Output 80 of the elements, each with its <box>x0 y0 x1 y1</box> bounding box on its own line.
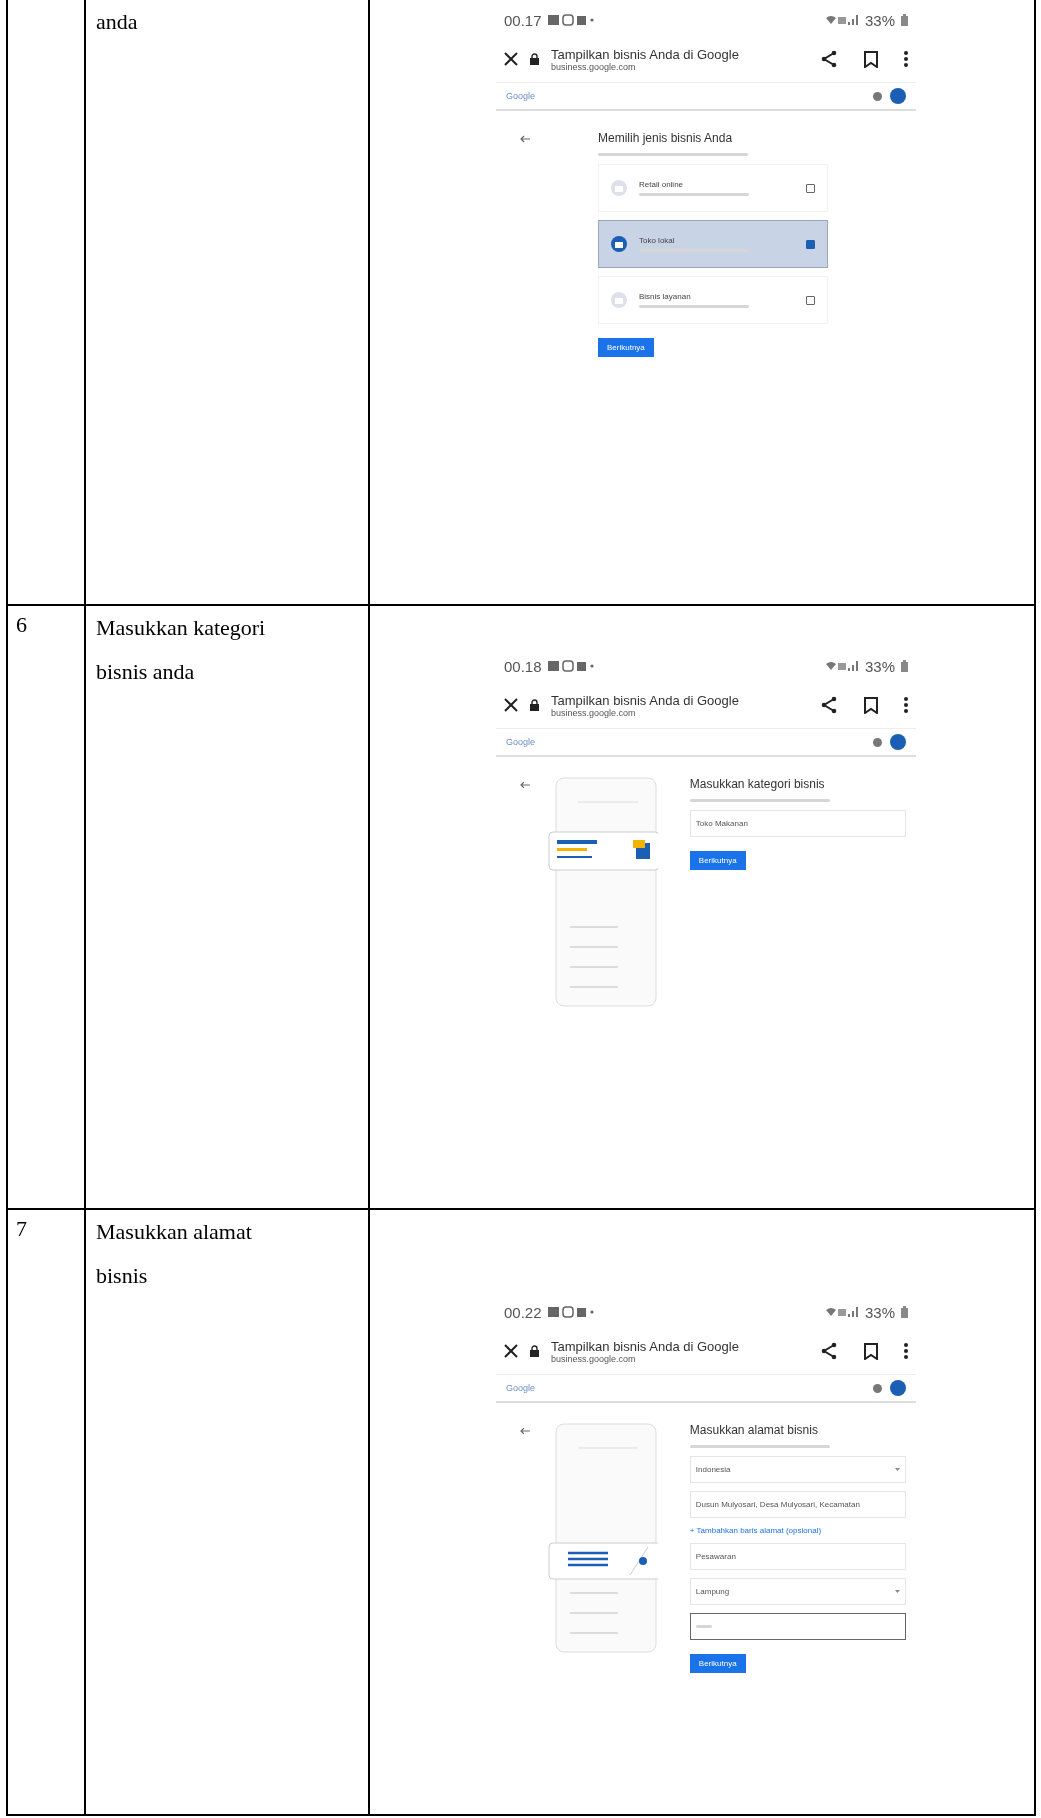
battery-level: 33% <box>864 11 895 29</box>
notification-icons <box>547 660 596 672</box>
share-icon[interactable] <box>820 696 838 714</box>
bookmark-icon[interactable] <box>864 50 878 68</box>
dropdown-caret-icon <box>895 1590 900 1593</box>
lock-icon <box>530 1345 539 1357</box>
lock-icon <box>530 53 539 65</box>
option-title: Retail online <box>639 180 685 189</box>
share-icon[interactable] <box>820 1342 838 1360</box>
add-address-line-link[interactable]: + Tambahkan baris alamat (opsional) <box>689 1526 906 1535</box>
checkbox[interactable] <box>806 183 815 193</box>
account-avatar[interactable] <box>890 1380 906 1396</box>
dropdown-caret-icon <box>895 1468 900 1471</box>
form-heading: Masukkan alamat bisnis <box>689 1423 819 1437</box>
close-icon[interactable] <box>504 698 518 712</box>
step-number: 6 <box>16 612 27 637</box>
business-type-option[interactable]: Bisnis layanan <box>598 276 828 324</box>
bookmark-icon[interactable] <box>864 696 878 714</box>
business-type-option[interactable]: Toko lokal <box>598 220 828 268</box>
input-field[interactable]: Indonesia <box>689 1456 906 1483</box>
input-field[interactable] <box>689 1613 906 1640</box>
close-icon[interactable] <box>504 52 518 66</box>
shop-icon <box>611 292 627 308</box>
input-field[interactable]: Toko Makanan <box>689 810 906 837</box>
page-title: Tampilkan bisnis Anda di Google <box>551 46 739 62</box>
back-arrow-icon[interactable] <box>520 1427 530 1435</box>
step-description: anda <box>96 8 139 36</box>
step-description: Masukkan alamat bisnis <box>96 1218 253 1290</box>
bookmark-icon[interactable] <box>864 1342 878 1360</box>
form-heading: Memilih jenis bisnis Anda <box>598 131 734 145</box>
status-time: 00.17 <box>504 11 542 29</box>
share-icon[interactable] <box>820 50 838 68</box>
lock-icon <box>530 699 539 711</box>
input-field[interactable]: Pesawaran <box>689 1543 906 1570</box>
google-logo: Google <box>506 737 536 747</box>
next-button[interactable]: Berikutnya <box>689 851 746 870</box>
signal-icon <box>824 1306 859 1318</box>
battery-level: 33% <box>864 657 895 675</box>
page-url: business.google.com <box>551 61 637 72</box>
back-arrow-icon[interactable] <box>520 781 530 789</box>
close-icon[interactable] <box>504 1344 518 1358</box>
input-field[interactable]: Dusun Mulyosari, Desa Mulyosari, Kecamatan <box>689 1491 906 1518</box>
checkbox[interactable] <box>806 239 815 249</box>
page-title: Tampilkan bisnis Anda di Google <box>551 692 739 708</box>
battery-level: 33% <box>864 1303 895 1321</box>
status-time: 00.22 <box>504 1303 542 1321</box>
signal-icon <box>824 660 859 672</box>
page-title: Tampilkan bisnis Anda di Google <box>551 1338 739 1354</box>
account-avatar[interactable] <box>890 88 906 104</box>
form-heading: Masukkan kategori bisnis <box>689 777 826 791</box>
page-url: business.google.com <box>551 707 637 718</box>
next-button[interactable]: Berikutnya <box>598 338 654 357</box>
google-logo: Google <box>506 91 536 101</box>
business-type-option[interactable]: Retail online <box>598 164 828 212</box>
battery-icon <box>901 14 908 26</box>
more-menu-icon[interactable] <box>904 1343 908 1359</box>
help-icon[interactable] <box>873 91 882 101</box>
battery-icon <box>901 660 908 672</box>
step-description: Masukkan kategori bisnis anda <box>96 614 267 686</box>
account-avatar[interactable] <box>890 734 906 750</box>
checkbox[interactable] <box>806 295 815 305</box>
google-logo: Google <box>506 1383 536 1393</box>
shop-icon <box>611 180 627 196</box>
status-time: 00.18 <box>504 657 542 675</box>
page-url: business.google.com <box>551 1353 637 1364</box>
more-menu-icon[interactable] <box>904 697 908 713</box>
notification-icons <box>547 1306 596 1318</box>
help-icon[interactable] <box>873 737 882 747</box>
help-icon[interactable] <box>873 1383 882 1393</box>
more-menu-icon[interactable] <box>904 51 908 67</box>
battery-icon <box>901 1306 908 1318</box>
next-button[interactable]: Berikutnya <box>689 1654 746 1673</box>
signal-icon <box>824 14 859 26</box>
input-field[interactable]: Lampung <box>689 1578 906 1605</box>
step-number: 7 <box>16 1216 27 1241</box>
shop-icon <box>611 236 627 252</box>
option-title: Toko lokal <box>639 236 676 245</box>
back-arrow-icon[interactable] <box>520 135 530 143</box>
option-title: Bisnis layanan <box>639 292 692 301</box>
notification-icons <box>547 14 596 26</box>
